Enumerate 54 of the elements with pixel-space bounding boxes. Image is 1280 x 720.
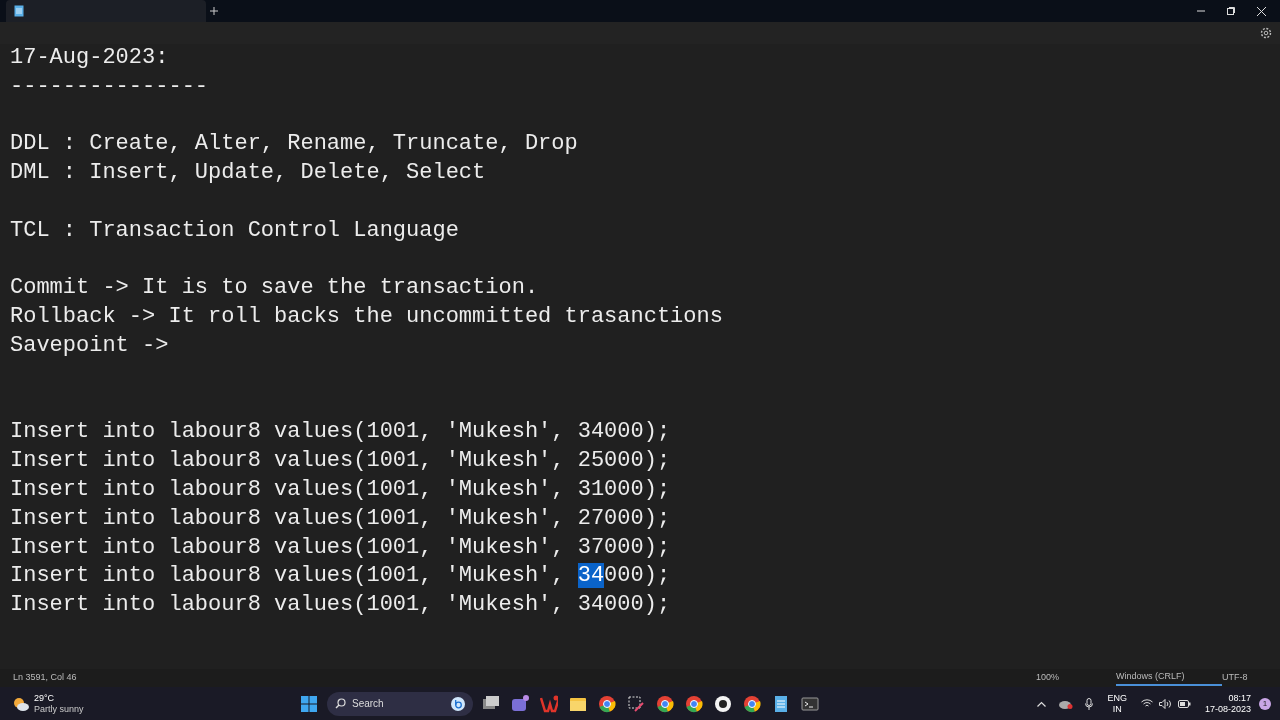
text-line: Insert into labour8 values(1001, 'Mukesh', 25000); — [10, 448, 671, 474]
language-code[interactable]: ENG — [1107, 692, 1127, 704]
temperature: 29°C — [34, 692, 56, 704]
text-line: DDL : Create, Alter, Rename, Truncate, Drop — [10, 131, 578, 157]
document-app-icon[interactable] — [540, 694, 558, 713]
browser-icon[interactable] — [743, 694, 761, 713]
start-icon[interactable] — [301, 695, 317, 712]
chevron-up-icon[interactable] — [1037, 700, 1047, 707]
browser-icon[interactable] — [656, 694, 674, 713]
browser-icon[interactable] — [685, 694, 703, 713]
text-line: 17-Aug-2023: — [10, 45, 169, 70]
snipping-tool-icon[interactable] — [627, 694, 645, 713]
terminal-icon[interactable] — [801, 694, 819, 713]
record-icon[interactable] — [714, 694, 732, 713]
notification-badge[interactable]: 1 — [1259, 697, 1271, 710]
chat-icon[interactable] — [511, 694, 529, 713]
volume-icon[interactable] — [1158, 698, 1172, 709]
text-line: Commit -> It is to save the transaction. — [10, 275, 539, 301]
text-line: TCL : Transaction Control Language — [10, 217, 459, 243]
encoding: UTF-8 — [1222, 671, 1249, 685]
selected-text: 34 — [577, 563, 605, 589]
text-line: DML : Insert, Update, Delete, Select — [10, 160, 486, 186]
weather-icon[interactable] — [12, 695, 30, 712]
weather-condition: Partly sunny — [34, 703, 84, 715]
cursor-position: Ln 3591, Col 46 — [13, 671, 77, 685]
battery-icon[interactable] — [1177, 699, 1191, 708]
text-line: Insert into labour8 values(1001, 'Mukesh', 34000); — [10, 592, 671, 618]
clock-date[interactable]: 17-08-2023 — [1204, 703, 1251, 715]
close-icon[interactable] — [1257, 6, 1266, 16]
text-line: --------------- — [10, 73, 209, 99]
zoom-level: 100% — [1036, 671, 1061, 685]
clock-time[interactable]: 08:17 — [1228, 692, 1251, 704]
search-icon — [335, 698, 346, 709]
microphone-icon[interactable] — [1085, 697, 1094, 710]
wifi-icon[interactable] — [1140, 699, 1153, 708]
notepad-icon[interactable] — [772, 694, 790, 713]
text-line: Insert into labour8 values(1001, 'Mukesh', 37000); — [10, 534, 671, 560]
line-ending: Windows (CRLF) — [1116, 670, 1222, 686]
text-line: Insert into labour8 values(1001, 'Mukesh', — [10, 563, 566, 589]
text-line: 000); — [604, 563, 671, 589]
text-line: Insert into labour8 values(1001, 'Mukesh', 27000); — [10, 505, 671, 531]
notepad-icon — [14, 5, 24, 17]
browser-icon[interactable] — [598, 694, 616, 713]
text-line: Insert into labour8 values(1001, 'Mukesh', 34000); — [10, 419, 671, 445]
restore-icon[interactable] — [1227, 7, 1235, 15]
region-code[interactable]: IN — [1112, 703, 1122, 715]
search-field[interactable]: Search — [327, 691, 473, 716]
cloud-icon[interactable] — [1059, 698, 1074, 709]
text-line: Insert into labour8 values(1001, 'Mukesh', 31000); — [10, 476, 671, 502]
settings-icon[interactable] — [1260, 27, 1272, 39]
text-line: Rollback -> It roll backs the uncommitted trasanctions — [10, 304, 723, 330]
chat-assistant-icon[interactable] — [451, 696, 465, 711]
add-tab-icon[interactable] — [210, 7, 218, 15]
text-line: Savepoint -> — [10, 332, 169, 358]
